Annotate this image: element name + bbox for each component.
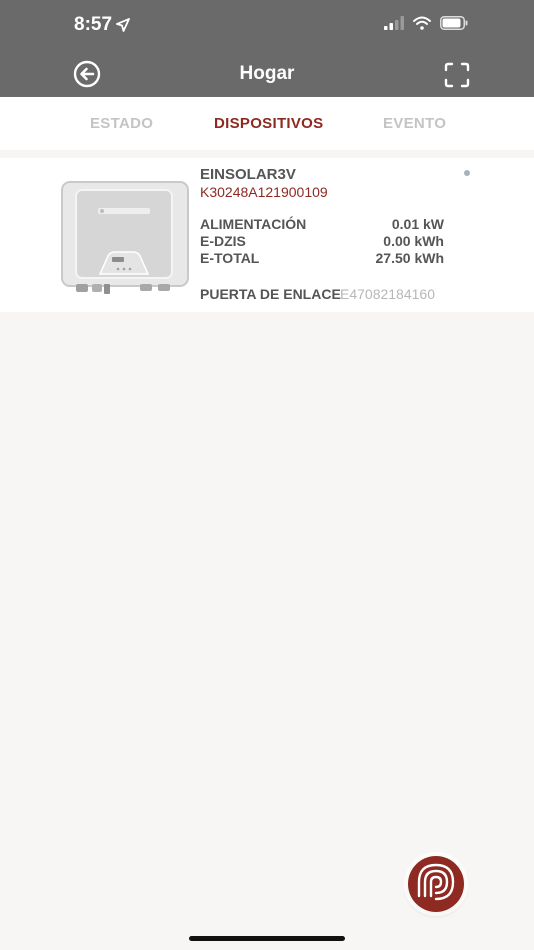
signal-waves-icon — [417, 863, 455, 901]
row-label: E-TOTAL — [200, 250, 260, 266]
device-name: EINSOLAR3V — [200, 166, 296, 183]
device-serial: K30248A121900109 — [200, 184, 328, 200]
status-time-text: 8:57 — [74, 14, 113, 35]
wifi-icon — [413, 16, 431, 30]
home-indicator[interactable] — [189, 936, 345, 941]
cellular-signal-icon — [384, 16, 404, 30]
row-alimentacion: ALIMENTACIÓN 0.01 kW — [200, 216, 444, 232]
tab-estado[interactable]: ESTADO — [90, 115, 153, 132]
device-card[interactable]: EINSOLAR3V K30248A121900109 ALIMENTACIÓN… — [0, 158, 534, 312]
row-e-dzis: E-DZIS 0.00 kWh — [200, 233, 444, 249]
row-value: 27.50 kWh — [375, 250, 444, 266]
signal-fab-button[interactable] — [408, 856, 464, 912]
connection-status-dot — [464, 170, 470, 176]
row-value: 0.01 kW — [391, 216, 444, 232]
tab-dispositivos[interactable]: DISPOSITIVOS — [214, 115, 323, 132]
location-arrow-icon — [116, 18, 130, 32]
row-label: E-DZIS — [200, 233, 246, 249]
tab-evento[interactable]: EVENTO — [383, 115, 446, 132]
app-screen: 8:57 Hogar ESTADO DISPOSITIVOS EVENTO EI… — [0, 0, 534, 950]
inverter-image — [61, 181, 189, 294]
top-bar: 8:57 Hogar — [0, 0, 534, 97]
tab-bar: ESTADO DISPOSITIVOS EVENTO — [0, 97, 534, 150]
battery-icon — [440, 16, 468, 30]
row-e-total: E-TOTAL 27.50 kWh — [200, 250, 444, 266]
status-icons — [384, 16, 468, 30]
row-value: 0.00 kWh — [383, 233, 444, 249]
gateway-label: PUERTA DE ENLACE — [200, 286, 341, 302]
status-time: 8:57 — [74, 14, 130, 36]
scan-frame-icon[interactable] — [444, 62, 470, 88]
row-label: ALIMENTACIÓN — [200, 216, 307, 232]
gateway-value: E47082184160 — [340, 286, 435, 302]
